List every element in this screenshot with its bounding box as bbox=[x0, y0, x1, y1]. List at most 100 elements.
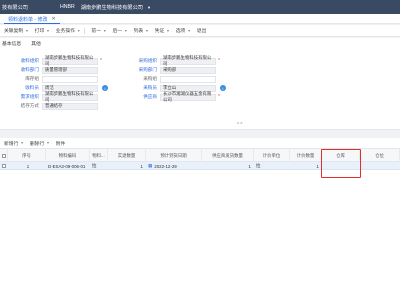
form-subtabs: 基本信息 其他 bbox=[0, 38, 400, 48]
toolbar-button-5[interactable]: 列表 ▼ bbox=[134, 27, 149, 35]
tab-return-form[interactable]: 领料退料单 - 修改 ✕ bbox=[4, 15, 60, 24]
chevron-down-icon: ▼ bbox=[46, 141, 50, 145]
left-field-2: 库存组 bbox=[0, 75, 98, 83]
chevron-down-icon: ▼ bbox=[20, 141, 24, 145]
document-tabbar: 领料退料单 - 修改 ✕ bbox=[0, 14, 400, 24]
toolbar-button-2[interactable]: 业务操作 ▼ bbox=[55, 27, 81, 35]
right-field-0: 采购组织 湖南步鹏生物科技有限公司 * bbox=[118, 55, 220, 66]
org-name[interactable]: 湖南步鹏生物科技有限公司 bbox=[81, 4, 143, 11]
section-gap bbox=[0, 130, 400, 138]
info-icon[interactable]: i bbox=[102, 85, 108, 91]
main-toolbar: 关联复制 ▼ 打印 ▼ 业务操作 ▼ 前一 ▼ 后一 ▼ 列表 ▼ 凭证 ▼ 选项 ▼ 退出 bbox=[0, 25, 400, 37]
toolbar-button-label: 前一 bbox=[91, 29, 102, 34]
field-input[interactable]: 湖南步鹏生物科技有限公司 bbox=[42, 91, 98, 102]
toolbar-button-3[interactable]: 前一 ▼ bbox=[91, 27, 106, 35]
toolbar-button-label: 后一 bbox=[112, 29, 123, 34]
toolbar-button-0[interactable]: 关联复制 ▼ bbox=[4, 27, 29, 35]
grid-toolbar: 新增行 ▼ 删除行 ▼ 附件 bbox=[0, 138, 400, 149]
field-input[interactable] bbox=[42, 75, 98, 83]
column-header-5[interactable]: 预计到货日期 bbox=[146, 149, 202, 162]
left-field-5: 结存方式 普通结存 bbox=[0, 102, 98, 110]
column-header-10[interactable]: 仓位 bbox=[360, 149, 400, 162]
field-label[interactable]: 需求组织 bbox=[0, 94, 42, 100]
field-label[interactable]: 采购组织 bbox=[118, 58, 160, 64]
field-input[interactable]: 湖南步鹏生物科技有限公司 bbox=[42, 55, 98, 66]
left-field-1: 收料部门 质量管理部 bbox=[0, 66, 98, 74]
toolbar-button-label: 打印 bbox=[34, 29, 45, 34]
left-field-4: 需求组织 湖南步鹏生物科技有限公司 bbox=[0, 91, 98, 102]
date-value: 2022-12-29 bbox=[154, 163, 177, 169]
row-checkbox[interactable] bbox=[2, 164, 6, 168]
row-cell-0[interactable] bbox=[0, 162, 8, 170]
field-input[interactable]: 质量管理部 bbox=[42, 66, 98, 74]
chevron-down-icon: ▼ bbox=[25, 28, 29, 33]
row-cell-5[interactable]: ▦ 2022-12-29 bbox=[146, 162, 202, 170]
column-header-2[interactable]: 物料编码 bbox=[46, 149, 90, 162]
field-label: 采购组 bbox=[143, 76, 157, 81]
top-bar: 技有限公司 HNBR 湖南步鹏生物科技有限公司 ▼ bbox=[0, 0, 400, 14]
required-marker: * bbox=[218, 58, 220, 64]
column-header-3[interactable]: 物料... bbox=[90, 149, 108, 162]
chevron-down-icon: ▼ bbox=[187, 28, 191, 33]
toolbar-button-label: 业务操作 bbox=[55, 29, 75, 34]
grid-toolbar-button-2[interactable]: 附件 bbox=[56, 140, 66, 147]
grid-toolbar-label: 新增行 bbox=[4, 141, 19, 147]
field-input[interactable]: 湖南步鹏生物科技有限公司 bbox=[160, 55, 216, 66]
chevron-down-icon: ▼ bbox=[46, 28, 50, 33]
field-label[interactable]: 收料部门 bbox=[0, 67, 42, 73]
row-cell-8[interactable]: 1 bbox=[290, 162, 322, 170]
column-header-7[interactable]: 计价单位 bbox=[254, 149, 290, 162]
toolbar-button-1[interactable]: 打印 ▼ bbox=[34, 27, 50, 35]
field-input[interactable]: 普通结存 bbox=[42, 102, 98, 110]
column-header-6[interactable]: 供应商发货数量 bbox=[202, 149, 254, 162]
field-input[interactable]: 长沙市湘湖仪器五金有限公司 bbox=[160, 91, 216, 102]
warehouse-column-highlight bbox=[321, 149, 361, 178]
right-field-1: 采购部门 采购部 bbox=[118, 66, 216, 74]
row-cell-2[interactable]: D-ESA3-09-006-01 bbox=[46, 162, 90, 170]
column-header-4[interactable]: 实退数量 bbox=[108, 149, 146, 162]
field-input[interactable]: 采购部 bbox=[160, 66, 216, 74]
row-cell-10[interactable] bbox=[360, 162, 400, 170]
toolbar-button-6[interactable]: 凭证 ▼ bbox=[155, 27, 170, 35]
row-cell-4[interactable]: 1 bbox=[108, 162, 146, 170]
company-name: 技有限公司 bbox=[2, 4, 28, 11]
chevron-down-icon: ▼ bbox=[76, 28, 81, 33]
collapse-chevron-icon[interactable]: ⌃⌃ bbox=[236, 122, 243, 128]
column-header-8[interactable]: 计价数量 bbox=[290, 149, 322, 162]
info-icon[interactable]: i bbox=[220, 85, 226, 91]
row-cell-1[interactable]: 1 bbox=[8, 162, 46, 170]
chevron-down-icon: ▼ bbox=[124, 28, 128, 33]
field-label[interactable]: 采购员 bbox=[118, 85, 160, 91]
row-cell-7[interactable]: 拉 bbox=[254, 162, 290, 170]
grid-toolbar-label: 删除行 bbox=[29, 141, 45, 147]
grid-toolbar-button-1[interactable]: 删除行 ▼ bbox=[30, 140, 50, 147]
toolbar-button-4[interactable]: 后一 ▼ bbox=[112, 27, 128, 35]
grid-toolbar-button-0[interactable]: 新增行 ▼ bbox=[4, 140, 24, 147]
field-label[interactable]: 收料员 bbox=[0, 85, 42, 91]
toolbar-button-7[interactable]: 选项 ▼ bbox=[175, 27, 191, 35]
tab-other[interactable]: 其他 bbox=[31, 40, 41, 47]
org-code[interactable]: HNBR bbox=[60, 4, 75, 10]
select-all-checkbox[interactable] bbox=[1, 153, 6, 158]
close-icon[interactable]: ✕ bbox=[51, 16, 55, 22]
org-dropdown-icon[interactable]: ▼ bbox=[147, 5, 151, 10]
calendar-icon[interactable]: ▦ bbox=[148, 163, 152, 169]
field-label: 结存方式 bbox=[20, 103, 39, 108]
right-field-2: 采购组 bbox=[118, 75, 216, 83]
tab-basic-info[interactable]: 基本信息 bbox=[2, 40, 21, 47]
chevron-down-icon: ▼ bbox=[166, 28, 170, 33]
right-field-4: 供应商 长沙市湘湖仪器五金有限公司 * bbox=[118, 91, 220, 102]
required-marker: * bbox=[218, 94, 220, 100]
field-label[interactable]: 供应商 bbox=[118, 94, 160, 100]
field-label[interactable]: 收料组织 bbox=[0, 58, 42, 64]
toolbar-button-8[interactable]: 退出 bbox=[197, 27, 207, 34]
row-cell-6[interactable]: 1 bbox=[202, 162, 254, 170]
row-cell-3[interactable]: 拉 bbox=[90, 162, 108, 170]
toolbar-button-label: 选项 bbox=[175, 29, 186, 34]
column-header-1[interactable]: 序号 bbox=[8, 149, 46, 162]
toolbar-divider bbox=[84, 27, 86, 34]
field-label[interactable]: 采购部门 bbox=[118, 67, 160, 73]
column-header-0[interactable] bbox=[0, 149, 8, 162]
collapse-bar: ⌃⌃ bbox=[0, 120, 400, 130]
field-input[interactable] bbox=[160, 75, 216, 83]
